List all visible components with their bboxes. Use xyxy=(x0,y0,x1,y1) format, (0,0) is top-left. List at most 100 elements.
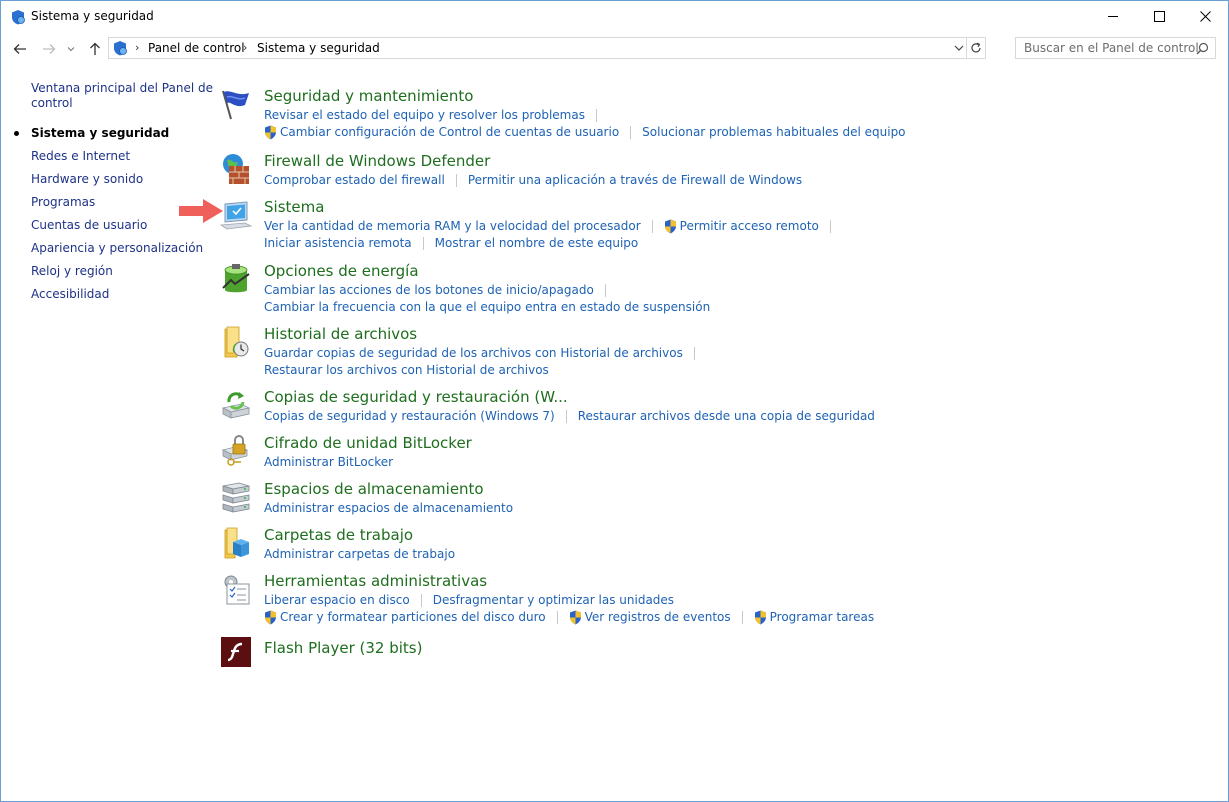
link-nombre-equipo[interactable]: Mostrar el nombre de este equipo xyxy=(435,235,639,252)
uac-shield-icon xyxy=(754,610,766,625)
maximize-icon xyxy=(1153,11,1165,22)
battery-icon xyxy=(222,264,250,293)
sidebar-item-apariencia[interactable]: Apariencia y personalización xyxy=(31,241,203,256)
close-button[interactable] xyxy=(1182,1,1228,32)
link-permitir-acceso-remoto[interactable]: Permitir acceso remoto xyxy=(664,218,819,235)
sidebar-item-home-line2: control xyxy=(31,96,73,110)
link-separator xyxy=(630,126,632,139)
recent-locations-button[interactable] xyxy=(66,41,76,57)
flash-icon xyxy=(221,637,251,667)
link-separator xyxy=(829,220,831,233)
search-input[interactable]: Buscar en el Panel de control xyxy=(1015,37,1216,59)
link-text: Cambiar configuración de Control de cuen… xyxy=(280,125,620,139)
link-ver-ram[interactable]: Ver la cantidad de memoria RAM y la velo… xyxy=(264,218,641,235)
back-button[interactable] xyxy=(12,41,28,57)
link-solucionar-problemas[interactable]: Solucionar problemas habituales del equi… xyxy=(642,124,905,141)
address-bar[interactable]: › Panel de control › Sistema y seguridad xyxy=(108,37,986,59)
forward-arrow-icon xyxy=(43,44,56,54)
link-permitir-aplicacion[interactable]: Permitir una aplicación a través de Fire… xyxy=(468,172,802,189)
uac-shield-icon xyxy=(265,610,276,625)
sidebar-item-accesibilidad[interactable]: Accesibilidad xyxy=(31,287,109,302)
link-administrar-espacios[interactable]: Administrar espacios de almacenamiento xyxy=(264,500,513,517)
sidebar-item-sistema-y-seguridad[interactable]: Sistema y seguridad xyxy=(31,126,169,141)
category-title[interactable]: Copias de seguridad y restauración (W... xyxy=(264,388,568,406)
link-separator xyxy=(455,174,457,187)
category-title[interactable]: Historial de archivos xyxy=(264,325,417,343)
address-dropdown-icon[interactable] xyxy=(952,41,966,55)
category-title[interactable]: Opciones de energía xyxy=(264,262,419,280)
link-administrar-carpetas[interactable]: Administrar carpetas de trabajo xyxy=(264,546,455,563)
breadcrumb-separator-icon[interactable]: › xyxy=(135,41,139,54)
forward-button[interactable] xyxy=(41,41,57,57)
link-administrar-bitlocker[interactable]: Administrar BitLocker xyxy=(264,454,393,471)
category-title[interactable]: Carpetas de trabajo xyxy=(264,526,413,544)
computer-icon xyxy=(219,201,253,230)
category-title[interactable]: Sistema xyxy=(264,198,324,216)
up-button[interactable] xyxy=(87,41,103,57)
admin-tools-icon xyxy=(224,575,250,605)
control-panel-icon xyxy=(114,41,127,56)
firewall-icon xyxy=(223,154,249,184)
link-programar-tareas[interactable]: Programar tareas xyxy=(754,609,874,626)
link-revisar-estado[interactable]: Revisar el estado del equipo y resolver … xyxy=(264,107,585,124)
minimize-button[interactable] xyxy=(1090,1,1136,32)
link-separator xyxy=(565,410,567,423)
link-liberar-espacio[interactable]: Liberar espacio en disco xyxy=(264,592,410,609)
link-copias-windows7[interactable]: Copias de seguridad y restauración (Wind… xyxy=(264,408,555,425)
sidebar-item-reloj[interactable]: Reloj y región xyxy=(31,264,113,279)
window-title: Sistema y seguridad xyxy=(31,9,154,23)
sidebar-item-programas[interactable]: Programas xyxy=(31,195,95,210)
link-guardar-copias[interactable]: Guardar copias de seguridad de los archi… xyxy=(264,345,683,362)
search-placeholder: Buscar en el Panel de control xyxy=(1024,41,1199,55)
storage-icon xyxy=(222,482,250,513)
link-separator xyxy=(693,347,695,360)
control-panel-window: Sistema y seguridad › Panel de control ›… xyxy=(0,0,1229,802)
link-text: Crear y formatear particiones del disco … xyxy=(280,610,546,624)
minimize-icon xyxy=(1107,16,1118,17)
close-icon xyxy=(1199,11,1211,22)
breadcrumb-sistema-y-seguridad[interactable]: Sistema y seguridad xyxy=(257,41,380,55)
link-text: Permitir acceso remoto xyxy=(679,219,819,233)
sidebar-item-cuentas[interactable]: Cuentas de usuario xyxy=(31,218,147,233)
link-registros-eventos[interactable]: Ver registros de eventos xyxy=(569,609,731,626)
sidebar-item-hardware[interactable]: Hardware y sonido xyxy=(31,172,143,187)
sidebar-item-redes[interactable]: Redes e Internet xyxy=(31,149,130,164)
flag-icon xyxy=(222,90,249,120)
refresh-icon xyxy=(971,42,981,53)
link-separator xyxy=(422,237,424,250)
category-title[interactable]: Espacios de almacenamiento xyxy=(264,480,484,498)
link-text: Programar tareas xyxy=(769,610,875,624)
back-arrow-icon xyxy=(13,44,26,54)
backup-icon xyxy=(221,392,251,419)
uac-shield-icon xyxy=(569,610,581,625)
link-comprobar-firewall[interactable]: Comprobar estado del firewall xyxy=(264,172,445,189)
category-title[interactable]: Herramientas administrativas xyxy=(264,572,487,590)
link-restaurar-historial[interactable]: Restaurar los archivos con Historial de … xyxy=(264,362,549,379)
link-separator xyxy=(595,109,597,122)
link-frecuencia-suspension[interactable]: Cambiar la frecuencia con la que el equi… xyxy=(264,299,710,316)
link-asistencia-remota[interactable]: Iniciar asistencia remota xyxy=(264,235,412,252)
sidebar-item-home[interactable]: Ventana principal del Panel de control xyxy=(31,81,213,111)
category-title[interactable]: Seguridad y mantenimiento xyxy=(264,87,473,105)
category-title[interactable]: Cifrado de unidad BitLocker xyxy=(264,434,472,452)
category-title[interactable]: Flash Player (32 bits) xyxy=(264,639,422,657)
breadcrumb-panel-de-control[interactable]: Panel de control xyxy=(148,41,245,55)
refresh-button[interactable] xyxy=(966,38,985,58)
bitlocker-icon xyxy=(221,435,249,466)
sidebar-item-home-line1: Ventana principal del Panel de xyxy=(31,81,213,95)
breadcrumb-separator-icon[interactable]: › xyxy=(243,41,247,54)
scrollbar[interactable] xyxy=(1211,65,1228,801)
search-icon[interactable] xyxy=(1196,42,1209,55)
link-botones-inicio-apagado[interactable]: Cambiar las acciones de los botones de i… xyxy=(264,282,594,299)
link-cambiar-uac[interactable]: Cambiar configuración de Control de cuen… xyxy=(264,124,619,141)
link-separator xyxy=(604,284,606,297)
navigation-bar: › Panel de control › Sistema y seguridad… xyxy=(1,32,1228,65)
link-separator xyxy=(651,220,653,233)
link-restaurar-archivos[interactable]: Restaurar archivos desde una copia de se… xyxy=(578,408,875,425)
link-desfragmentar[interactable]: Desfragmentar y optimizar las unidades xyxy=(433,592,674,609)
link-separator xyxy=(420,594,422,607)
uac-shield-icon xyxy=(265,125,276,140)
link-crear-particiones[interactable]: Crear y formatear particiones del disco … xyxy=(264,609,546,626)
maximize-button[interactable] xyxy=(1136,1,1182,32)
category-title[interactable]: Firewall de Windows Defender xyxy=(264,152,490,170)
